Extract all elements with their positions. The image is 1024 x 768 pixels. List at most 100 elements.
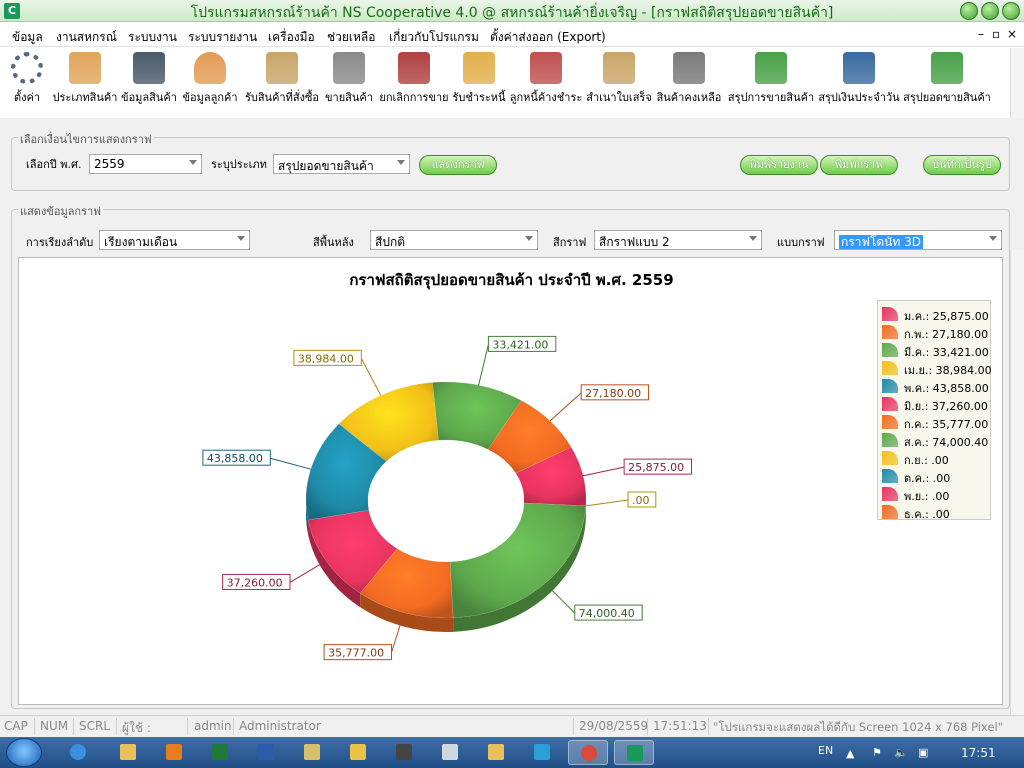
toolbar-label: สรุปเงินประจำวัน [818,91,900,104]
notepad-icon [442,744,458,760]
data-label: 25,875.00 [628,461,684,474]
menu-reports[interactable]: ระบบรายงาน [188,28,257,47]
type-select[interactable]: สรุปยอดขายสินค้า [273,154,410,174]
year-select[interactable]: 2559 [89,154,202,174]
taskbar-ie-button[interactable] [58,740,98,765]
taskbar-network-button[interactable] [522,740,562,765]
legend-swatch [882,397,898,411]
num-lock-indicator: NUM [40,719,69,733]
type-select-value: สรุปยอดขายสินค้า [278,159,374,173]
legend-swatch [882,451,898,465]
camera-icon [396,744,412,760]
toolbar-barcode-button[interactable]: ข้อมูลสินค้า [120,50,178,114]
toolbar-report-button[interactable]: สรุปการขายสินค้า [727,50,815,114]
data-label: 37,260.00 [227,576,283,589]
maximize-button[interactable] [981,2,999,20]
legend-label: ก.ย.: .00 [904,454,949,467]
chart-color-select[interactable]: สีกราฟแบบ 2 [594,230,762,250]
save-image-button[interactable]: บันทึกเป็นรูป [923,155,1001,175]
chart-legend: ม.ค.: 25,875.00 ก.พ.: 27,180.00 มี.ค.: 33,… [877,300,992,521]
toolbar-inventory-button[interactable]: สินค้าคงเหลือ [654,50,724,114]
title-bar: C โปรแกรมสหกรณ์ร้านค้า NS Cooperative 4.… [0,0,1024,22]
minimize-button[interactable] [960,2,978,20]
taskbar-chrome-button[interactable] [568,740,608,765]
legend-label: ธ.ค.: .00 [904,508,950,521]
taskbar-notepad-button[interactable] [430,740,470,765]
mdi-close-button[interactable]: × [1007,27,1017,41]
taskbar-camera-button[interactable] [384,740,424,765]
toolbar-invoice-button[interactable]: ลูกหนี้ค้างชำระ [508,50,584,114]
barcode-icon [133,52,165,84]
legend-swatch [882,487,898,501]
toolbar-cart-button[interactable]: ขายสินค้า [323,50,375,114]
close-button[interactable] [1002,2,1020,20]
toolbar-label: ข้อมูลสินค้า [121,91,177,104]
taskbar-word-button[interactable] [246,740,286,765]
vertical-scrollbar[interactable] [1010,250,1024,715]
gear-icon [11,52,43,84]
sort-label: การเรียงลำดับ [26,236,94,249]
legend-label: พ.ย.: .00 [904,490,950,503]
taskbar-key-button[interactable] [338,740,378,765]
mdi-restore-button[interactable]: ▫ [992,27,1000,41]
toolbar-payment-button[interactable]: รับชำระหนี้ [452,50,506,114]
print-chart-button[interactable]: พิมพ์กราฟ [820,155,898,175]
toolbar-label: สำเนาใบเสร็จ [586,91,652,104]
toolbar-scrollbar[interactable] [1010,48,1024,118]
user-id: admin [194,719,232,733]
taskbar-cooperative-app-button[interactable] [614,740,654,765]
cart-icon [333,52,365,84]
network-tray-icon[interactable]: ▣ [918,746,928,759]
taskbar-media-player-button[interactable] [154,740,194,765]
chevron-down-icon [237,236,245,241]
legend-label: ก.ค.: 35,777.00 [904,418,989,431]
chart-title: กราฟสถิติสรุปยอดขายสินค้า ประจำปี พ.ศ. 2… [349,271,674,289]
toolbar-calendar-clock-button[interactable]: สรุปเงินประจำวัน [818,50,900,114]
type-label: ระบุประเภท [211,158,267,171]
toolbar-gear-button[interactable]: ตั้งค่า [4,50,50,114]
menu-about[interactable]: เกี่ยวกับโปรแกรม [389,28,479,47]
excel-icon [212,744,228,760]
folder-icon [488,744,504,760]
chart-color-select-value: สีกราฟแบบ 2 [599,235,670,249]
chart-style-select[interactable]: กราฟโดนัท 3D [834,230,1002,250]
payment-icon [463,52,495,84]
tray-expand-icon[interactable]: ▲ [846,747,854,760]
receipt-icon [603,52,635,84]
menu-tools[interactable]: เครื่องมือ [268,28,315,47]
menu-help[interactable]: ช่วยเหลือ [327,28,376,47]
toolbar-cart-cancel-button[interactable]: ยกเลิกการขาย [378,50,450,114]
legend-label: ส.ค.: 74,000.40 [904,436,989,449]
taskbar-paint-button[interactable] [292,740,332,765]
taskbar-explorer-button[interactable] [108,740,148,765]
volume-icon[interactable]: 🔈 [894,746,908,759]
language-indicator[interactable]: EN [818,744,833,757]
toolbar-label: รับชำระหนี้ [452,91,506,104]
background-select[interactable]: สีปกติ [370,230,538,250]
menu-data[interactable]: ข้อมูล [12,28,43,47]
print-report-button[interactable]: พิมพ์รายงาน [740,155,818,175]
toolbar-label: ประเภทสินค้า [52,91,118,104]
toolbar-receipt-button[interactable]: สำเนาใบเสร็จ [585,50,653,114]
toolbar-label: สรุปยอดขายสินค้า [903,91,991,104]
menu-export-settings[interactable]: ตั้งค่าส่งออก (Export) [490,28,606,47]
taskbar-folder-button[interactable] [476,740,516,765]
flag-icon[interactable]: ⚑ [872,746,882,759]
sort-select-value: เรียงตามเดือน [104,235,178,249]
clock[interactable]: 17:51 [961,746,996,760]
show-chart-button[interactable]: แสดงกราฟ [419,155,497,175]
sort-select[interactable]: เรียงตามเดือน [99,230,250,250]
toolbar-bar-chart-button[interactable]: สรุปยอดขายสินค้า [902,50,992,114]
menu-cooperative[interactable]: งานสหกรณ์ [56,28,117,47]
clipboard-icon [266,52,298,84]
chart-options-group-title: เลือกเงื่อนไขการแสดงกราฟ [18,130,154,148]
mdi-minimize-button[interactable]: – [978,27,984,41]
callout-line [549,392,582,422]
toolbar-clipboard-button[interactable]: รับสินค้าที่สั่งซื้อ [242,50,322,114]
toolbar-label: ตั้งค่า [13,91,41,104]
taskbar-excel-button[interactable] [200,740,240,765]
start-button[interactable] [6,738,42,767]
menu-system[interactable]: ระบบงาน [128,28,177,47]
toolbar-folder-button[interactable]: ประเภทสินค้า [52,50,118,114]
toolbar-customer-button[interactable]: ข้อมูลลูกค้า [180,50,240,114]
